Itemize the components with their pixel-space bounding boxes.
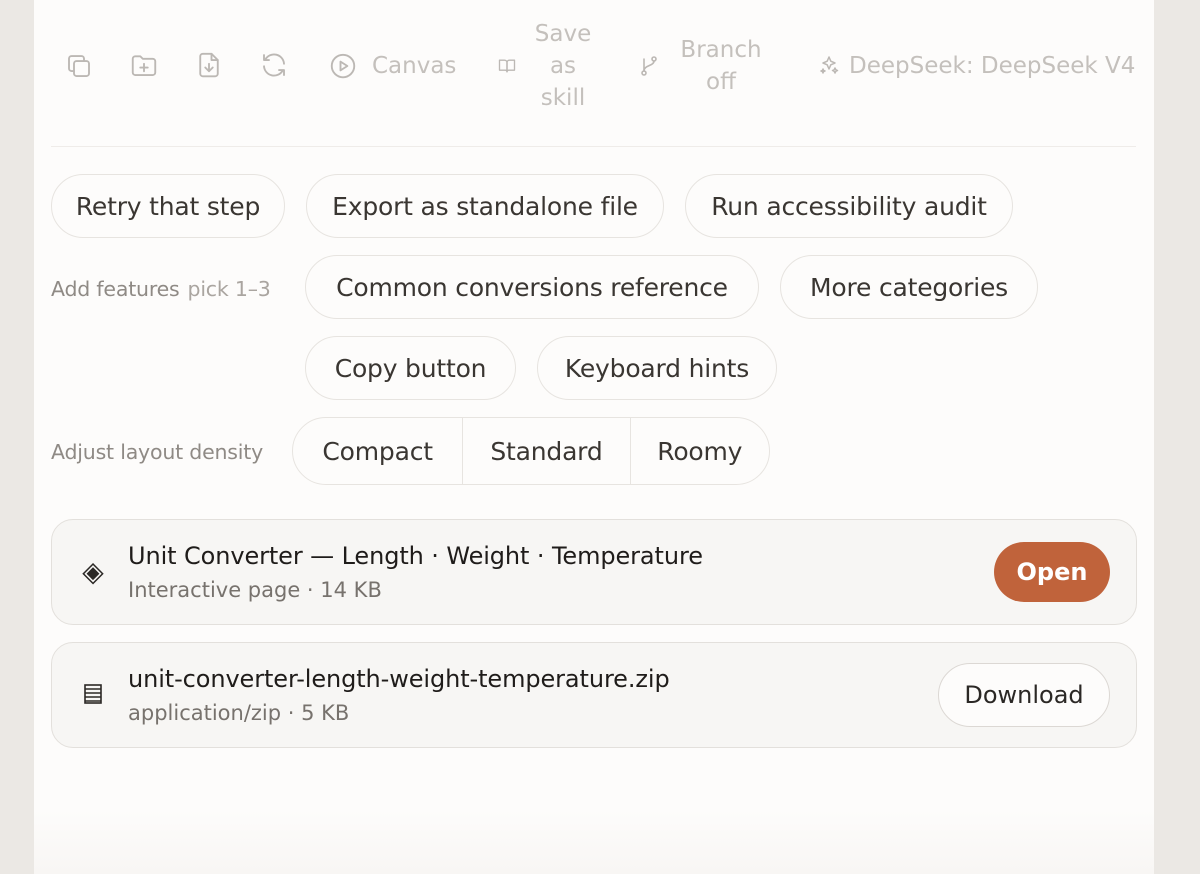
- save-as-skill-button[interactable]: Save as skill: [522, 18, 604, 114]
- artifact-subtitle: Interactive page · 14 KB: [128, 578, 382, 602]
- branch-off-button[interactable]: Branch off: [672, 34, 770, 98]
- folder-add-icon[interactable]: [128, 49, 160, 81]
- suggestion-export-standalone[interactable]: Export as standalone file: [306, 174, 664, 238]
- density-roomy[interactable]: Roomy: [631, 418, 769, 484]
- bottom-fade: [34, 810, 1154, 874]
- book-icon[interactable]: [495, 50, 519, 82]
- diamond-icon: ◈: [82, 554, 104, 588]
- chat-panel: Canvas Save as skill Branch off DeepSeek…: [34, 0, 1154, 874]
- file-download-icon[interactable]: [193, 49, 225, 81]
- model-selector[interactable]: DeepSeek: DeepSeek V4 F: [849, 50, 1139, 82]
- suggestion-retry-step[interactable]: Retry that step: [51, 174, 285, 238]
- density-compact[interactable]: Compact: [293, 418, 464, 484]
- sparkles-icon[interactable]: [814, 50, 844, 82]
- toolbar-divider: [51, 146, 1136, 147]
- artifact-title: unit-converter-length-weight-temperature…: [128, 665, 670, 693]
- canvas-button[interactable]: Canvas: [372, 50, 456, 82]
- artifact-card-page: ◈ Unit Converter — Length · Weight · Tem…: [51, 519, 1137, 625]
- artifact-title: Unit Converter — Length · Weight · Tempe…: [128, 542, 703, 570]
- archive-icon: [78, 679, 108, 709]
- branch-icon[interactable]: [635, 50, 663, 82]
- download-button[interactable]: Download: [938, 663, 1110, 727]
- density-label: Adjust layout density: [51, 440, 264, 464]
- density-segmented-control: Compact Standard Roomy: [292, 417, 770, 485]
- add-features-hint: pick 1–3: [187, 277, 271, 301]
- message-toolbar: Canvas Save as skill Branch off DeepSeek…: [34, 0, 1154, 146]
- feature-common-conversions[interactable]: Common conversions reference: [305, 255, 759, 319]
- copy-icon[interactable]: [63, 50, 95, 82]
- add-features-label: Add features pick 1–3: [51, 277, 271, 301]
- open-button[interactable]: Open: [994, 542, 1110, 602]
- suggestion-accessibility-audit[interactable]: Run accessibility audit: [685, 174, 1013, 238]
- feature-more-categories[interactable]: More categories: [780, 255, 1038, 319]
- feature-copy-button[interactable]: Copy button: [305, 336, 516, 400]
- play-icon[interactable]: [327, 50, 359, 82]
- regenerate-icon[interactable]: [258, 49, 290, 81]
- artifact-card-zip: unit-converter-length-weight-temperature…: [51, 642, 1137, 748]
- artifact-subtitle: application/zip · 5 KB: [128, 701, 350, 725]
- density-standard[interactable]: Standard: [463, 418, 631, 484]
- feature-keyboard-hints[interactable]: Keyboard hints: [537, 336, 777, 400]
